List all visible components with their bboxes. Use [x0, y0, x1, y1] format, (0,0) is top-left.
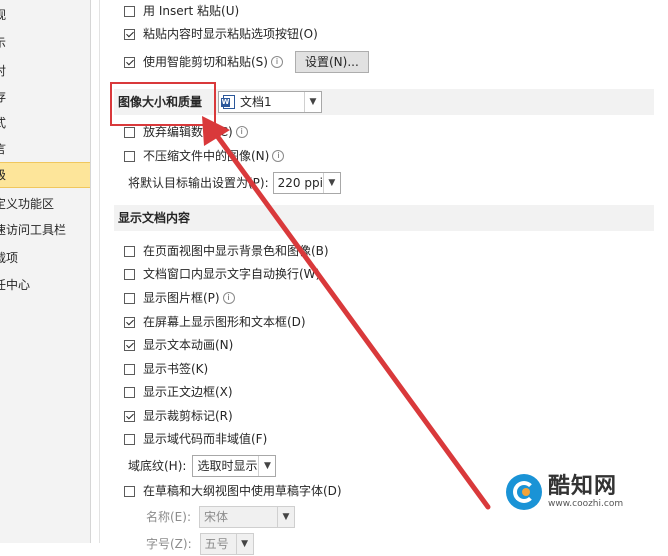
watermark-brand: 酷知网	[548, 473, 618, 499]
coozhi-logo-icon	[506, 474, 542, 510]
discard-edit-data-checkbox[interactable]	[124, 126, 135, 138]
display-checkbox[interactable]	[124, 363, 135, 375]
draft-font-option[interactable]: 在草稿和大纲视图中使用草稿字体(D)	[124, 481, 342, 501]
display-checkbox[interactable]	[124, 292, 135, 304]
image-quality-section-header: 图像大小和质量	[114, 89, 654, 115]
info-icon: i	[222, 292, 235, 304]
advanced-options-panel: 用 Insert 粘贴(U) 粘贴内容时显示粘贴选项按钮(O) 使用智能剪切和粘…	[100, 0, 668, 555]
font-size-select[interactable]: 五号 ▼	[199, 533, 254, 555]
watermark-url: www.coozhi.com	[548, 498, 624, 509]
discard-edit-data-option[interactable]: 放弃编辑数据(C) i	[124, 122, 248, 142]
image-quality-title: 图像大小和质量	[118, 95, 203, 109]
display-checkbox[interactable]	[124, 339, 135, 351]
sidebar-item-display[interactable]: 视	[0, 4, 90, 26]
no-compress-option[interactable]: 不压缩文件中的图像(N) i	[124, 146, 285, 166]
draft-font-name-row: 名称(E): 宋体 ▼	[146, 505, 295, 529]
display-option[interactable]: 在屏幕上显示图形和文本框(D)	[124, 312, 306, 332]
watermark: 酷知网 www.coozhi.com	[506, 467, 656, 517]
sidebar-divider	[91, 0, 100, 543]
sidebar-item-format[interactable]: 式	[0, 112, 90, 134]
display-checkbox[interactable]	[124, 386, 135, 398]
sidebar-item-show[interactable]: 示	[0, 32, 90, 54]
display-checkbox[interactable]	[124, 410, 135, 422]
word-document-icon	[221, 95, 235, 109]
sidebar-item-customize-ribbon[interactable]: 定义功能区	[0, 193, 90, 215]
display-option[interactable]: 显示正文边框(X)	[124, 382, 233, 402]
info-icon: i	[270, 56, 283, 68]
info-icon: i	[235, 126, 248, 138]
display-option[interactable]: 显示文本动画(N)	[124, 335, 233, 355]
display-section-title: 显示文档内容	[118, 211, 191, 225]
smart-cut-paste-option[interactable]: 使用智能剪切和粘贴(S) i 设置(N)...	[124, 50, 369, 74]
sidebar-item-language[interactable]: 言	[0, 138, 90, 160]
insert-paste-checkbox[interactable]	[124, 5, 135, 17]
field-shading-row: 域底纹(H): 选取时显示 ▼	[128, 455, 277, 477]
show-paste-options-checkbox[interactable]	[124, 28, 135, 40]
display-checkbox[interactable]	[124, 316, 135, 328]
chevron-down-icon: ▼	[322, 173, 340, 193]
default-output-row: 将默认目标输出设置为(P): 220 ppi ▼	[128, 172, 341, 194]
sidebar-item-advanced[interactable]: 级	[0, 162, 90, 188]
field-shading-label: 域底纹(H):	[128, 459, 187, 473]
display-checkbox[interactable]	[124, 433, 135, 445]
info-icon: i	[272, 150, 285, 162]
sidebar-item-trust-center[interactable]: 任中心	[0, 274, 90, 296]
settings-button[interactable]: 设置(N)...	[294, 51, 369, 73]
insert-paste-option[interactable]: 用 Insert 粘贴(U)	[124, 1, 239, 21]
display-option[interactable]: 在页面视图中显示背景色和图像(B)	[124, 241, 329, 261]
field-shading-select[interactable]: 选取时显示 ▼	[192, 455, 277, 477]
sidebar-item-proofing[interactable]: 对	[0, 60, 90, 82]
chevron-down-icon: ▼	[235, 534, 253, 554]
display-option[interactable]: 显示书签(K)	[124, 359, 208, 379]
font-name-select[interactable]: 宋体 ▼	[199, 506, 295, 528]
draft-font-size-row: 字号(Z): 五号 ▼	[146, 532, 254, 556]
display-option[interactable]: 显示域代码而非域值(F)	[124, 429, 267, 449]
font-size-label: 字号(Z):	[146, 537, 192, 551]
show-paste-options-option[interactable]: 粘贴内容时显示粘贴选项按钮(O)	[124, 24, 318, 44]
chevron-down-icon: ▼	[258, 456, 275, 476]
chevron-down-icon: ▼	[277, 507, 294, 527]
display-option[interactable]: 显示裁剪标记(R)	[124, 406, 233, 426]
display-section-header: 显示文档内容	[114, 205, 654, 231]
chevron-down-icon: ▼	[304, 92, 321, 112]
display-checkbox[interactable]	[124, 245, 135, 257]
options-sidebar: 视 示 对 存 式 言 级 定义功能区 速访问工具栏 载项 任中心	[0, 0, 91, 543]
default-output-label: 将默认目标输出设置为(P):	[128, 176, 269, 190]
sidebar-item-addins[interactable]: 载项	[0, 247, 90, 269]
display-checkbox[interactable]	[124, 268, 135, 280]
font-name-label: 名称(E):	[146, 510, 191, 524]
display-option[interactable]: 文档窗口内显示文字自动换行(W)	[124, 264, 320, 284]
document-select[interactable]: 文档1 ▼	[218, 91, 322, 113]
sidebar-item-save[interactable]: 存	[0, 86, 90, 108]
ppi-select[interactable]: 220 ppi ▼	[272, 172, 341, 194]
smart-cut-paste-checkbox[interactable]	[124, 56, 135, 68]
draft-font-checkbox[interactable]	[124, 485, 135, 497]
no-compress-checkbox[interactable]	[124, 150, 135, 162]
display-option[interactable]: 显示图片框(P) i	[124, 288, 235, 308]
sidebar-item-quick-access-toolbar[interactable]: 速访问工具栏	[0, 219, 90, 241]
